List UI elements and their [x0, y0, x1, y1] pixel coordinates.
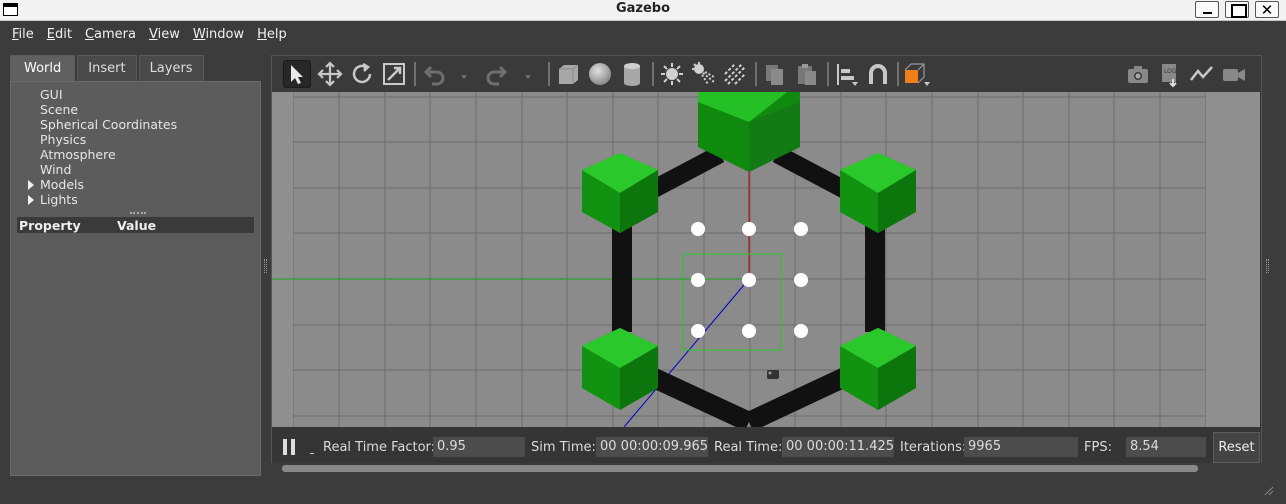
property-column-header: Property [19, 217, 81, 233]
record-video-icon[interactable] [1220, 60, 1248, 88]
tree-item-wind[interactable]: Wind [11, 162, 177, 177]
scene-canvas [272, 72, 1260, 432]
tree-item-scene[interactable]: Scene [11, 102, 177, 117]
window-title: Gazebo [615, 1, 671, 16]
tree-item-lights[interactable]: Lights [11, 192, 177, 207]
menu-view[interactable]: View [143, 27, 186, 42]
sim-time-value: 00 00:00:09.965 [596, 437, 708, 457]
world-panel: GUI Scene Spherical Coordinates Physics … [10, 81, 261, 476]
property-table-header: Property Value [17, 217, 254, 233]
iterations-label: Iterations: [900, 440, 967, 455]
tree-item-gui[interactable]: GUI [11, 87, 177, 102]
menu-help[interactable]: Help [251, 27, 293, 42]
svg-text:LOG: LOG [1164, 68, 1177, 75]
value-column-header: Value [117, 217, 157, 233]
point-light-icon[interactable] [658, 60, 686, 88]
small-robot-model[interactable] [767, 370, 779, 379]
toolbar-separator [827, 62, 829, 86]
real-time-label: Real Time: [714, 440, 783, 455]
toolbar-separator [755, 62, 757, 86]
tab-world[interactable]: World [10, 55, 76, 81]
rotate-icon[interactable] [348, 60, 376, 88]
undo-icon[interactable] [420, 60, 448, 88]
maximize-button[interactable] [1225, 1, 1249, 18]
snap-magnet-icon[interactable] [864, 60, 892, 88]
toolbar-separator [414, 62, 416, 86]
menu-window[interactable]: Window [187, 27, 250, 42]
menu-camera[interactable]: Camera [79, 27, 142, 42]
directional-light-icon[interactable] [721, 60, 749, 88]
toolbar-separator [652, 62, 654, 86]
left-panel: World Insert Layers GUI Scene Spherical … [10, 55, 261, 476]
fps-label: FPS: [1084, 440, 1112, 455]
real-time-factor-value: 0.95 [433, 437, 525, 457]
tree-item-spherical-coordinates[interactable]: Spherical Coordinates [11, 117, 177, 132]
left-panel-resize-handle[interactable] [264, 259, 267, 273]
redo-icon[interactable] [483, 60, 511, 88]
translate-icon[interactable] [316, 60, 344, 88]
toolbar-separator [548, 62, 550, 86]
spot-light-icon[interactable] [690, 60, 718, 88]
tree-item-models[interactable]: Models [11, 177, 177, 192]
viewport-toolbar: LOG [272, 56, 1261, 92]
real-time-value: 00 00:00:11.425 [782, 437, 894, 457]
close-button[interactable]: ✕ [1255, 1, 1279, 19]
screenshot-camera-icon[interactable] [1124, 60, 1152, 88]
real-time-factor-label: Real Time Factor: [323, 440, 436, 455]
align-icon[interactable] [832, 60, 860, 88]
close-icon: ✕ [1260, 1, 1274, 19]
reset-time-button[interactable]: Reset [1213, 432, 1260, 463]
window-resize-grip-icon[interactable] [1262, 484, 1274, 496]
panel-splitter-handle[interactable] [130, 212, 146, 215]
tree-item-atmosphere[interactable]: Atmosphere [11, 147, 177, 162]
world-tree: GUI Scene Spherical Coordinates Physics … [11, 87, 177, 207]
log-icon[interactable]: LOG [1156, 60, 1184, 88]
minimize-button[interactable] [1195, 1, 1219, 18]
cylinder-icon[interactable] [618, 60, 646, 88]
expand-arrow-icon[interactable] [28, 180, 34, 190]
tree-item-physics[interactable]: Physics [11, 132, 177, 147]
left-panel-tabs: World Insert Layers [10, 55, 261, 81]
step-icon[interactable] [310, 453, 314, 454]
window-titlebar: Gazebo ✕ [0, 0, 1286, 21]
simulation-status-bar: Real Time Factor: 0.95 Sim Time: 00 00:0… [272, 427, 1261, 472]
box-icon[interactable] [554, 60, 582, 88]
iterations-value: 9965 [964, 437, 1078, 457]
horizontal-scrollbar[interactable] [282, 465, 1198, 472]
pause-icon[interactable] [283, 439, 296, 455]
expand-arrow-icon[interactable] [28, 195, 34, 205]
undo-history-dropdown-icon[interactable] [452, 60, 480, 88]
redo-history-dropdown-icon[interactable] [516, 60, 544, 88]
sphere-icon[interactable] [586, 60, 614, 88]
paste-icon[interactable] [793, 60, 821, 88]
fps-value: 8.54 [1126, 437, 1206, 457]
view-angle-icon[interactable] [902, 60, 930, 88]
menu-file[interactable]: File [6, 27, 40, 42]
tab-layers[interactable]: Layers [138, 55, 204, 81]
tab-insert[interactable]: Insert [77, 55, 137, 81]
menu-bar: File Edit Camera View Window Help [0, 22, 1286, 46]
sim-time-label: Sim Time: [531, 440, 596, 455]
plot-icon[interactable] [1188, 60, 1216, 88]
menu-edit[interactable]: Edit [41, 27, 78, 42]
scale-icon[interactable] [380, 60, 408, 88]
3d-viewport[interactable] [272, 72, 1260, 432]
select-arrow-icon[interactable] [283, 60, 311, 88]
copy-icon[interactable] [761, 60, 789, 88]
right-panel-resize-handle[interactable] [1266, 259, 1269, 273]
toolbar-separator [897, 62, 899, 86]
